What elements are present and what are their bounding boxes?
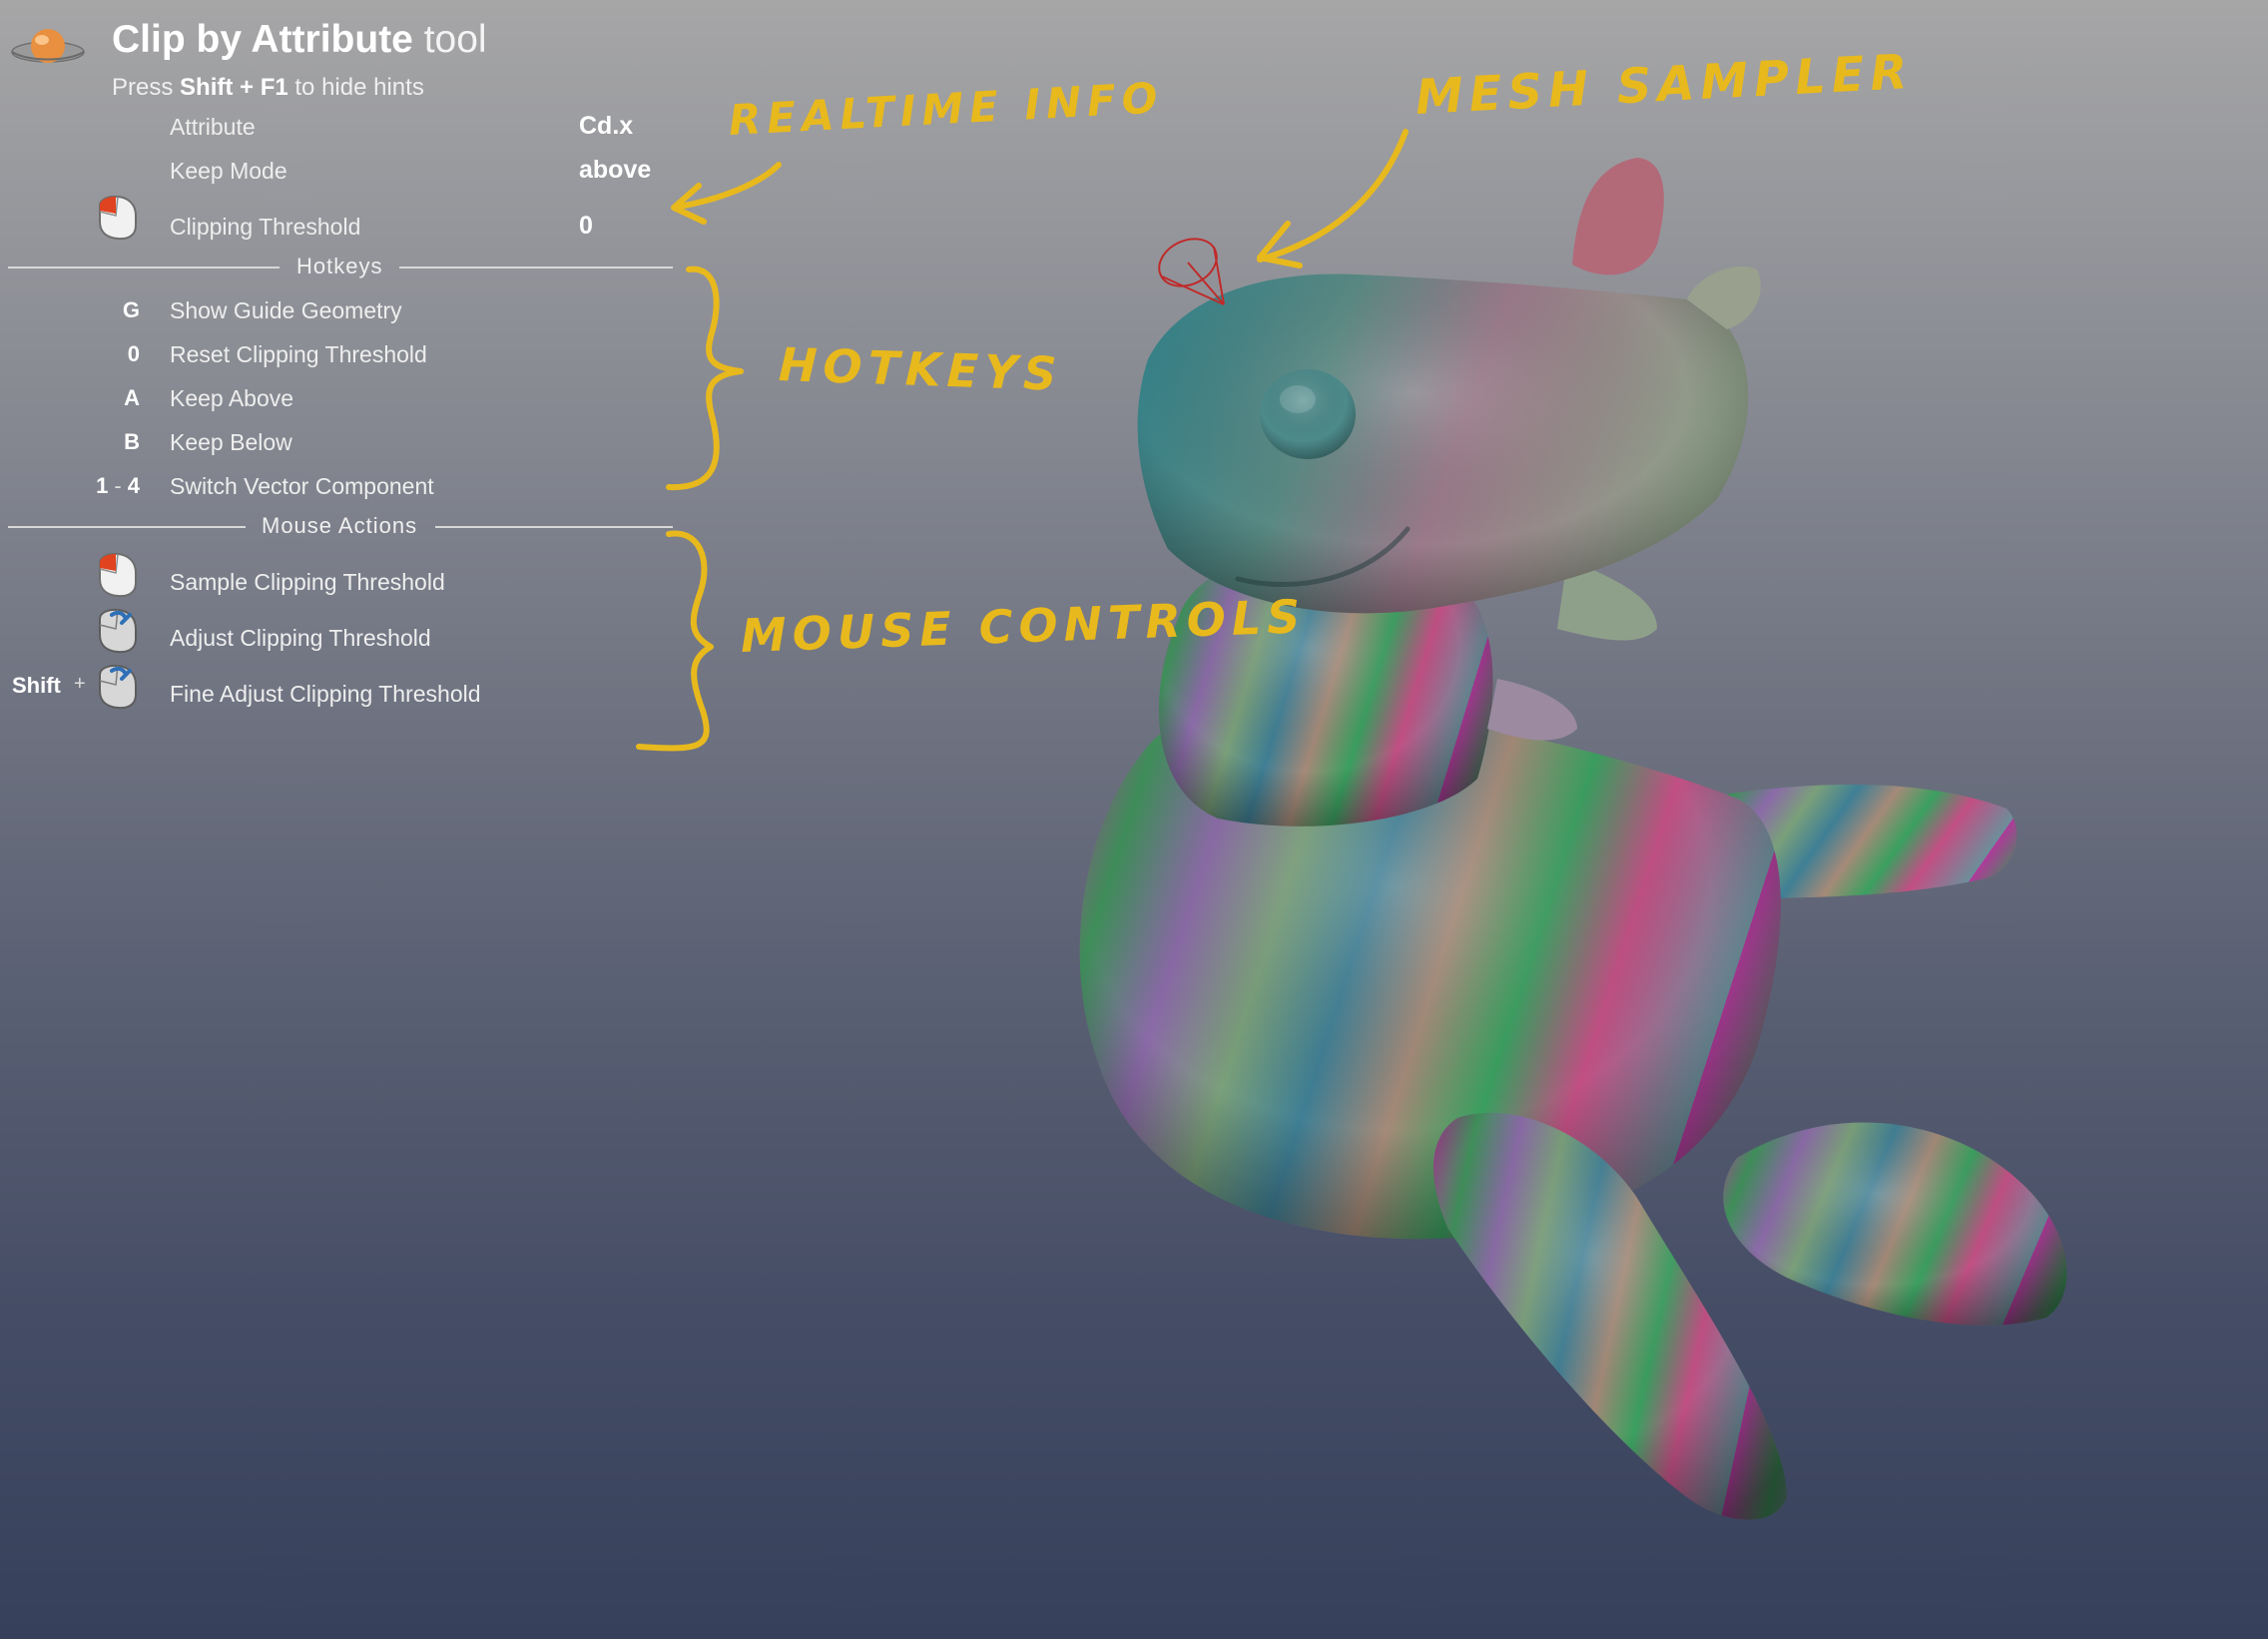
info-label: Attribute (170, 114, 256, 140)
tool-title: Clip by Attribute tool (112, 18, 487, 62)
info-row-attribute: Attribute Cd.x (0, 112, 699, 150)
hint-prefix: Press (112, 74, 174, 101)
hotkey-row: 1-4 Switch Vector Component (0, 473, 699, 509)
hotkey-label: Switch Vector Component (170, 473, 434, 499)
mouse-left-click-icon (99, 552, 137, 598)
tool-title-suffix: tool (423, 18, 487, 61)
tool-hints-panel: Clip by Attribute tool Press Shift + F1 … (0, 0, 699, 759)
modifier-plus: + (74, 673, 86, 695)
hint-keys: Shift + F1 (180, 74, 288, 101)
annotation-hotkeys: HOTKEYS (778, 337, 1064, 401)
mouse-action-label: Fine Adjust Clipping Threshold (170, 681, 481, 707)
hotkey-key-sep: - (114, 473, 122, 498)
mouse-action-row: Shift + Fine Adjust Clipping Threshold (0, 664, 699, 717)
clip-tool-icon (11, 29, 85, 63)
mouse-action-row: Sample Clipping Threshold (0, 552, 699, 605)
hint-suffix: to hide hints (294, 74, 424, 101)
hotkey-label: Keep Below (170, 429, 292, 455)
hotkey-label: Show Guide Geometry (170, 297, 402, 323)
hotkey-row: 0 Reset Clipping Threshold (0, 341, 699, 377)
info-value: Cd.x (579, 112, 634, 140)
hotkey-row: G Show Guide Geometry (0, 297, 699, 333)
mouse-left-click-icon (99, 195, 137, 241)
mouse-middle-drag-icon (99, 608, 137, 654)
hotkey-key: 0 (127, 341, 140, 366)
hotkeys-header: Hotkeys (296, 254, 383, 278)
hotkey-key-to: 4 (127, 473, 140, 498)
info-row-keep-mode: Keep Mode above (0, 156, 699, 194)
mesh-sampler-arrow-icon (1257, 129, 1409, 269)
hotkey-label: Keep Above (170, 385, 294, 411)
hotkey-label: Reset Clipping Threshold (170, 341, 427, 367)
mouse-action-row: Adjust Clipping Threshold (0, 608, 699, 661)
mouse-middle-drag-icon (99, 664, 137, 710)
hide-hints-hint: Press Shift + F1 to hide hints (112, 74, 424, 102)
info-value: 0 (579, 212, 593, 240)
hotkey-key: A (124, 385, 140, 410)
info-value: above (579, 156, 652, 184)
mouse-action-label: Sample Clipping Threshold (170, 569, 445, 595)
info-label: Clipping Threshold (170, 214, 361, 240)
hotkey-row: B Keep Below (0, 429, 699, 465)
hotkey-row: A Keep Above (0, 385, 699, 421)
info-row-clipping-threshold: Clipping Threshold 0 (0, 195, 699, 250)
hotkey-key: B (124, 429, 140, 454)
mouse-action-label: Adjust Clipping Threshold (170, 625, 431, 651)
info-label: Keep Mode (170, 158, 287, 184)
dragon-model[interactable] (1079, 158, 2067, 1520)
mesh-sampler-icon (1158, 238, 1225, 305)
tool-title-bold: Clip by Attribute (112, 18, 413, 61)
hotkey-key: G (122, 297, 140, 322)
hotkey-key-range: 1-4 (96, 473, 140, 499)
hotkey-key-from: 1 (96, 473, 109, 498)
modifier-key: Shift (12, 673, 61, 698)
mouse-actions-header: Mouse Actions (262, 513, 418, 538)
